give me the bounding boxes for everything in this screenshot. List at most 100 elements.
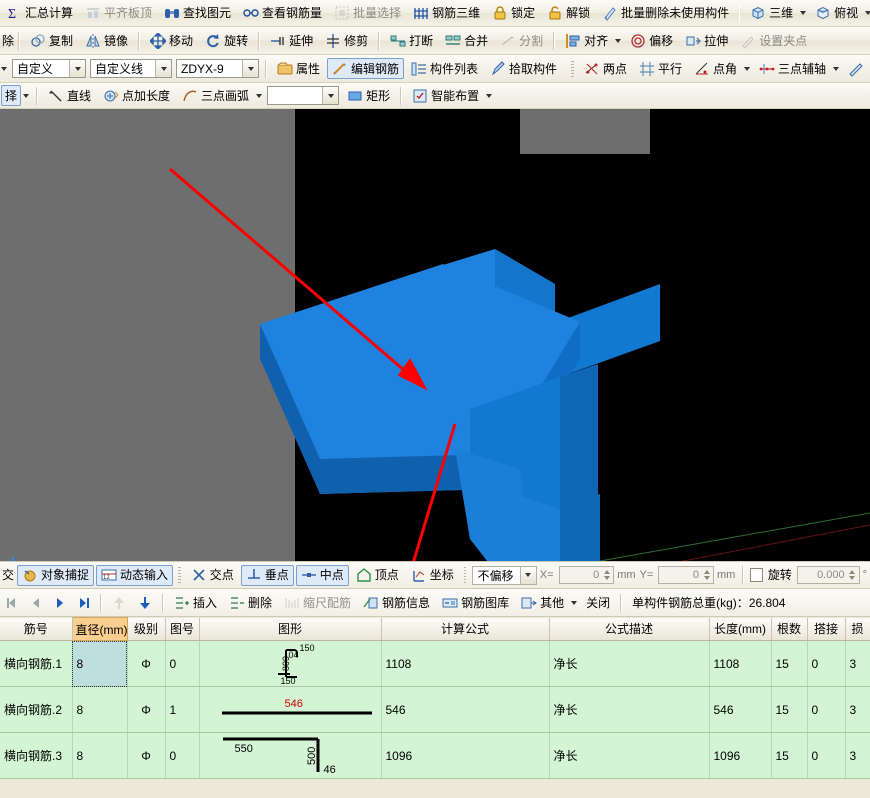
cell-name[interactable]: 横向钢筋.2: [0, 687, 72, 733]
x-offset-input[interactable]: 0: [559, 566, 615, 584]
toolbar-button-extend[interactable]: 延伸: [265, 30, 318, 51]
toolbar-button-3d-view[interactable]: 三维: [745, 3, 798, 24]
nav-prev-button[interactable]: [25, 592, 47, 613]
cell-name[interactable]: 横向钢筋.3: [0, 733, 72, 779]
cell-loss[interactable]: 3: [845, 687, 870, 733]
cell-lap[interactable]: 0: [807, 641, 845, 687]
cell-lap[interactable]: 0: [807, 733, 845, 779]
cell-length[interactable]: 1108: [709, 641, 771, 687]
chevron-down-icon[interactable]: [833, 67, 839, 71]
delete-row-button[interactable]: 删除: [224, 592, 277, 613]
cell-shape[interactable]: 550 500 46: [199, 733, 381, 779]
toolbar-button-trim[interactable]: 修剪: [320, 30, 373, 51]
cell-shape[interactable]: 546: [199, 687, 381, 733]
toolbar-button-find-element[interactable]: 查找图元: [159, 3, 236, 24]
col-header-grade[interactable]: 级别: [127, 618, 165, 641]
cell-length[interactable]: 1096: [709, 733, 771, 779]
toolbar-button-align[interactable]: 对齐: [560, 30, 613, 51]
cell-formula[interactable]: 1108: [381, 641, 549, 687]
y-offset-input[interactable]: 0: [658, 566, 714, 584]
toolbar-button-copy[interactable]: 复制: [25, 30, 78, 51]
chevron-down-icon[interactable]: [571, 601, 577, 605]
cell-grade[interactable]: Φ: [127, 733, 165, 779]
col-header-name[interactable]: 筋号: [0, 618, 72, 641]
chevron-down-icon[interactable]: [23, 94, 29, 98]
cell-desc[interactable]: 净长: [549, 641, 709, 687]
snap-perpendicular[interactable]: 垂点: [241, 565, 294, 586]
toolbar-button-stretch[interactable]: 拉伸: [680, 30, 733, 51]
snap-intersection[interactable]: 交点: [186, 565, 239, 586]
toolbar-button-unlock[interactable]: 解锁: [542, 3, 595, 24]
toolbar-button-three-point-axis[interactable]: 三点辅轴: [754, 58, 831, 79]
toolbar-button-three-point-arc[interactable]: 三点画弧: [177, 85, 254, 106]
cell-loss[interactable]: 3: [845, 641, 870, 687]
other-menu-button[interactable]: 其他: [516, 592, 569, 613]
chevron-down-icon[interactable]: [615, 39, 621, 43]
table-row[interactable]: 横向钢筋.2 8 Φ 1 546 546 净长 546 15 0 3: [0, 687, 870, 733]
toolbar-button-edit-rebar[interactable]: 编辑钢筋: [327, 58, 404, 79]
col-header-desc[interactable]: 公式描述: [549, 618, 709, 641]
draw-mode-combo[interactable]: [267, 86, 339, 105]
close-button[interactable]: 关闭: [581, 592, 615, 613]
col-header-shape[interactable]: 图形: [199, 618, 381, 641]
offset-mode-combo[interactable]: 不偏移: [472, 566, 536, 585]
snap-toggle-object-snap[interactable]: 对象捕捉: [17, 565, 94, 586]
chevron-down-icon[interactable]: [322, 87, 338, 104]
col-header-formula[interactable]: 计算公式: [381, 618, 549, 641]
toolbar-button-point-plus-length[interactable]: 点加长度: [98, 85, 175, 106]
toolbar-button-rectangle[interactable]: 矩形: [342, 85, 395, 106]
toolbar-button-batch-select[interactable]: 批量选择: [329, 3, 406, 24]
toolbar-button-rotate[interactable]: 旋转: [200, 30, 253, 51]
y-spinner[interactable]: [702, 570, 711, 580]
x-spinner[interactable]: [602, 570, 611, 580]
toolbar-partial-select[interactable]: 择: [1, 85, 21, 106]
toolbar-button-parallel-axis[interactable]: 平行: [634, 58, 687, 79]
toolbar-button-mirror[interactable]: 镜像: [80, 30, 133, 51]
col-header-lap[interactable]: 搭接: [807, 618, 845, 641]
cell-formula[interactable]: 546: [381, 687, 549, 733]
toolbar-button-two-point-axis[interactable]: 两点: [579, 58, 632, 79]
chevron-down-icon[interactable]: [865, 11, 870, 15]
move-down-button[interactable]: [133, 592, 157, 613]
col-header-count[interactable]: 根数: [771, 618, 807, 641]
toolbar-button-line[interactable]: 直线: [43, 85, 96, 106]
toolbar-button-pick-component[interactable]: 拾取构件: [485, 58, 562, 79]
cell-count[interactable]: 15: [771, 641, 807, 687]
snap-coordinate[interactable]: 坐标: [406, 565, 459, 586]
nav-next-button[interactable]: [49, 592, 71, 613]
nav-first-button[interactable]: [1, 592, 23, 613]
snap-vertex[interactable]: 顶点: [351, 565, 404, 586]
cell-shape[interactable]: 809 04 150 150: [199, 641, 381, 687]
toolbar-button-set-grip[interactable]: 设置夹点: [735, 30, 812, 51]
toolbar-button-batch-delete-unused[interactable]: 批量删除未使用构件: [597, 3, 734, 24]
component-line-combo[interactable]: 自定义线: [90, 59, 172, 78]
cell-lap[interactable]: 0: [807, 687, 845, 733]
cell-desc[interactable]: 净长: [549, 687, 709, 733]
cell-grade[interactable]: Φ: [127, 641, 165, 687]
toolbar-button-align-slab-top[interactable]: 平齐板顶: [80, 3, 157, 24]
cell-formula[interactable]: 1096: [381, 733, 549, 779]
rotate-checkbox[interactable]: [750, 568, 763, 582]
scale-rebar-button[interactable]: 缩尺配筋: [279, 592, 356, 613]
cell-diameter[interactable]: 8: [72, 687, 127, 733]
model-3d-viewport[interactable]: [0, 109, 870, 561]
toolbar-button-axis-extra[interactable]: [843, 58, 869, 79]
cell-loss[interactable]: 3: [845, 733, 870, 779]
cell-grade[interactable]: Φ: [127, 687, 165, 733]
cell-diameter[interactable]: 8: [72, 733, 127, 779]
toolbar-button-point-angle-axis[interactable]: 点角: [689, 58, 742, 79]
toolbar-button-top-view[interactable]: 俯视: [810, 3, 863, 24]
chevron-down-icon[interactable]: [486, 94, 492, 98]
cell-figno[interactable]: 0: [165, 641, 199, 687]
col-header-loss[interactable]: 损: [845, 618, 870, 641]
cell-length[interactable]: 546: [709, 687, 771, 733]
nav-last-button[interactable]: [73, 592, 95, 613]
toolbar-button-break[interactable]: 打断: [385, 30, 438, 51]
chevron-down-icon[interactable]: [155, 60, 171, 77]
cell-desc[interactable]: 净长: [549, 733, 709, 779]
chevron-down-icon[interactable]: [69, 60, 85, 77]
chevron-down-icon[interactable]: [256, 94, 262, 98]
toolbar-button-rebar-3d[interactable]: 钢筋三维: [408, 3, 485, 24]
toolbar-button-lock[interactable]: 锁定: [487, 3, 540, 24]
toolbar-button-view-rebar-qty[interactable]: 查看钢筋量: [238, 3, 327, 24]
